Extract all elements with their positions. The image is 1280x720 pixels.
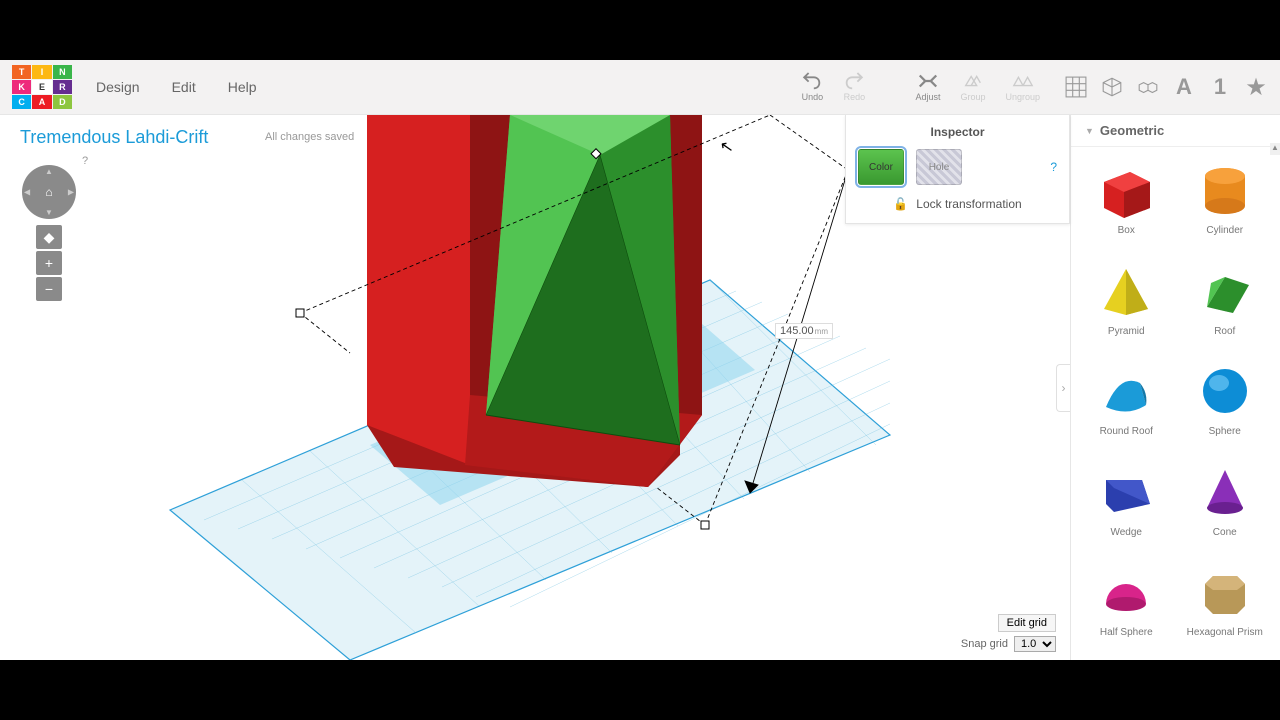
menu-edit[interactable]: Edit — [158, 71, 210, 103]
undo-button[interactable]: Undo — [791, 68, 833, 106]
menu-help[interactable]: Help — [214, 71, 271, 103]
main-menu: Design Edit Help — [82, 71, 271, 103]
adjust-icon — [917, 72, 939, 90]
inspector-title: Inspector — [858, 125, 1057, 139]
shape-hexagonal-prism[interactable]: Hexagonal Prism — [1176, 557, 1275, 652]
shape-roof[interactable]: Roof — [1176, 256, 1275, 351]
shape-box[interactable]: Box — [1077, 155, 1176, 250]
text-a-icon[interactable]: A — [1172, 76, 1196, 98]
shapes-sidebar: ▼ Geometric Box Cylinder Pyramid — [1070, 115, 1280, 660]
snap-grid-label: Snap grid — [961, 638, 1008, 650]
shape-sphere[interactable]: Sphere — [1176, 356, 1275, 451]
collapse-sidebar-handle[interactable]: › — [1056, 364, 1070, 412]
inspector-panel: Inspector Color Hole ? 🔓 Lock transforma… — [845, 115, 1070, 224]
right-icon-group: A 1 ★ — [1064, 76, 1268, 98]
shape-wedge[interactable]: Wedge — [1077, 457, 1176, 552]
topbar: T I N K E R C A D Design Edit Help Undo … — [0, 60, 1280, 115]
lock-transformation-row[interactable]: 🔓 Lock transformation — [858, 197, 1057, 211]
shape-cylinder[interactable]: Cylinder — [1176, 155, 1275, 250]
cubes-icon[interactable] — [1136, 76, 1160, 98]
shape-pyramid[interactable]: Pyramid — [1077, 256, 1176, 351]
grid-toggle-icon[interactable] — [1064, 76, 1088, 98]
star-icon[interactable]: ★ — [1244, 76, 1268, 98]
grid-controls: Edit grid Snap grid 1.0 — [961, 614, 1056, 652]
group-button: Group — [950, 68, 995, 106]
adjust-button[interactable]: Adjust — [905, 68, 950, 106]
undo-icon — [801, 72, 823, 90]
cube-view-icon[interactable] — [1100, 76, 1124, 98]
text-1-icon[interactable]: 1 — [1208, 76, 1232, 98]
edit-grid-button[interactable]: Edit grid — [998, 614, 1056, 632]
shape-half-sphere[interactable]: Half Sphere — [1077, 557, 1176, 652]
redo-icon — [843, 72, 865, 90]
ungroup-button: Ungroup — [995, 68, 1050, 106]
hole-swatch[interactable]: Hole — [916, 149, 962, 185]
snap-grid-select[interactable]: 1.0 — [1014, 636, 1056, 652]
shape-round-roof[interactable]: Round Roof — [1077, 356, 1176, 451]
redo-button[interactable]: Redo — [833, 68, 875, 106]
workplane-viewport[interactable]: Tremendous Lahdi-Crift All changes saved… — [0, 115, 1070, 660]
dimension-label[interactable]: 145.00mm — [775, 323, 833, 339]
ungroup-icon — [1012, 72, 1034, 90]
tinkercad-logo[interactable]: T I N K E R C A D — [12, 65, 72, 109]
sidebar-scrollbar[interactable]: ▲ — [1270, 143, 1280, 660]
green-roof-shape[interactable] — [440, 115, 680, 445]
menu-design[interactable]: Design — [82, 71, 154, 103]
sidebar-category-header[interactable]: ▼ Geometric — [1071, 115, 1280, 147]
chevron-down-icon: ▼ — [1085, 126, 1094, 136]
group-icon — [962, 72, 984, 90]
inspector-help-icon[interactable]: ? — [1050, 160, 1057, 174]
lock-icon: 🔓 — [893, 197, 908, 211]
color-swatch[interactable]: Color — [858, 149, 904, 185]
shape-cone[interactable]: Cone — [1176, 457, 1275, 552]
scroll-up-icon[interactable]: ▲ — [1270, 143, 1280, 155]
